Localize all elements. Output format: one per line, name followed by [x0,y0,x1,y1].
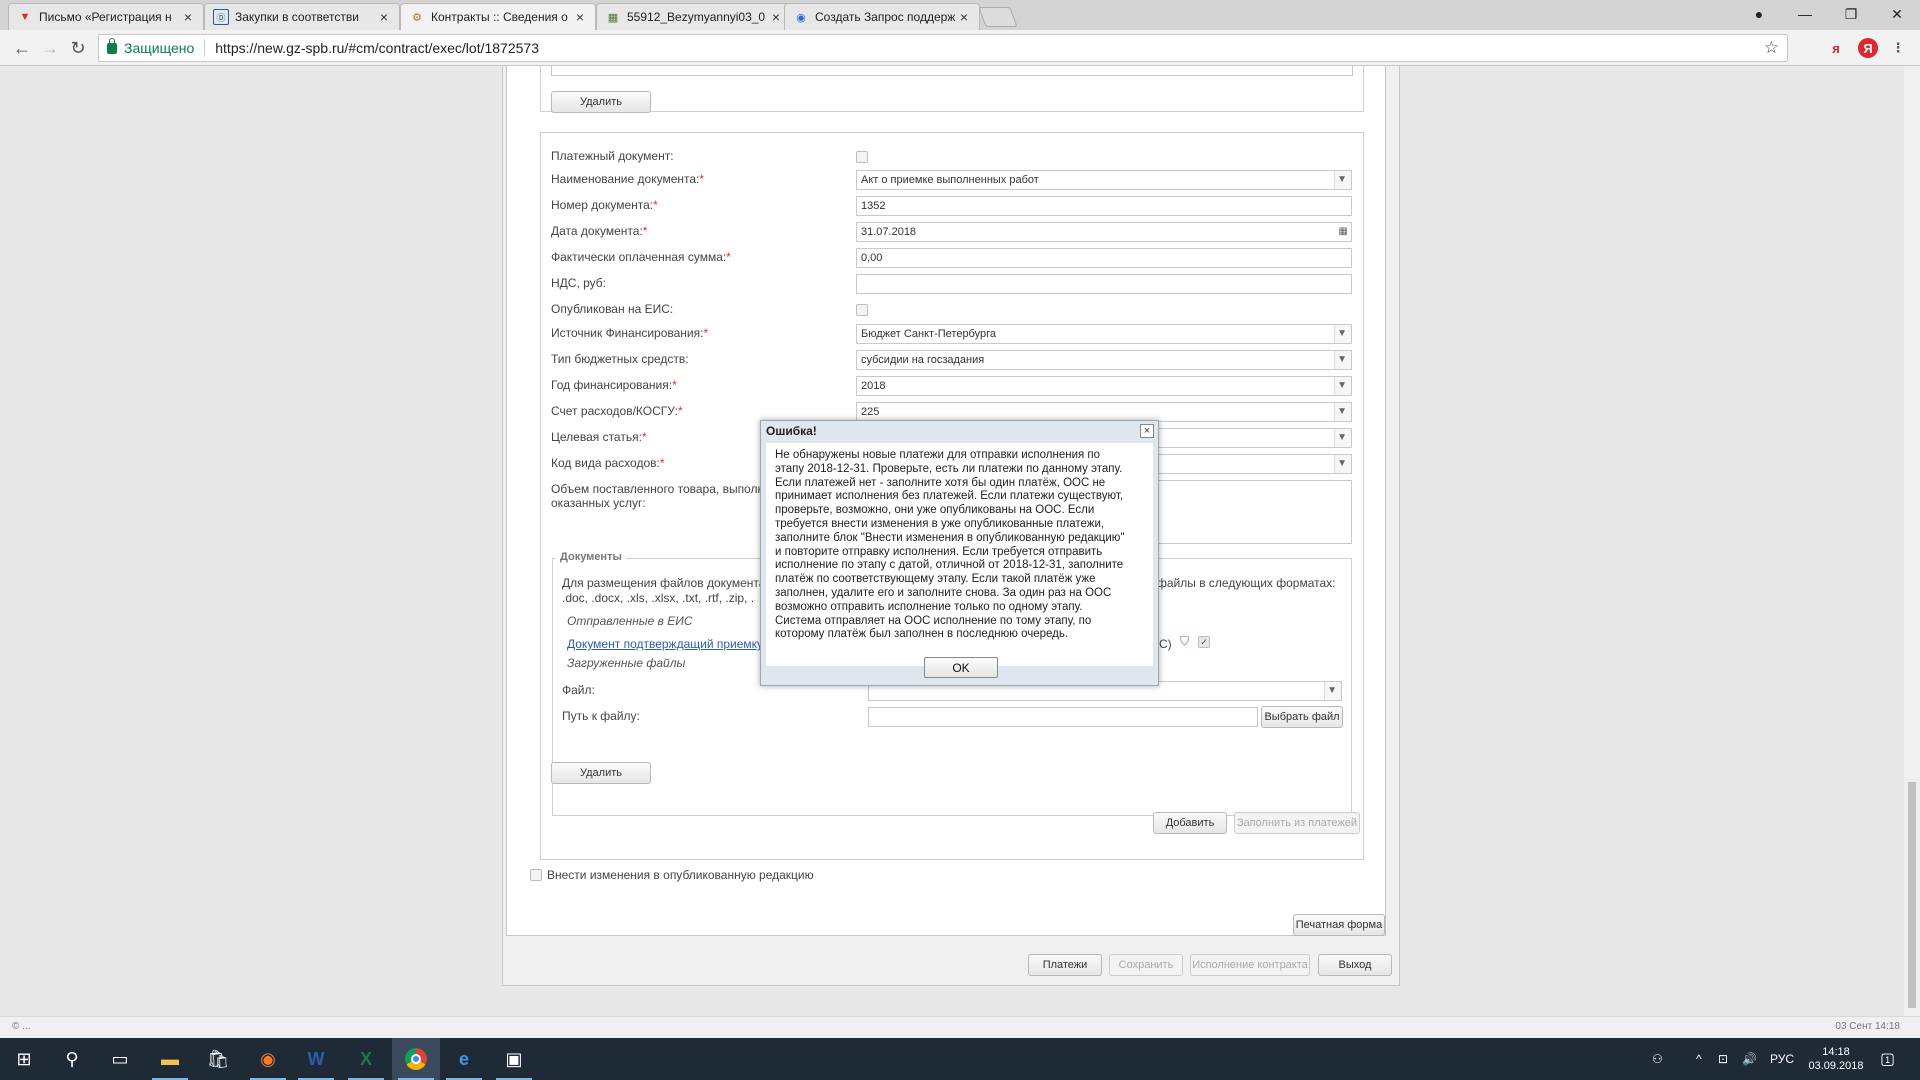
contracts-icon: ⚙ [412,11,422,24]
chevron-down-icon: ▼ [1337,328,1347,339]
image-icon: ▦ [607,11,619,24]
search-icon[interactable]: ⚲ [48,1038,96,1080]
mail-icon: ▼ [19,11,31,23]
browser-toolbar: ← → ↻ Защищено https://new.gz-spb.ru/#cm… [0,30,1920,66]
firefox-icon[interactable]: ◉ [244,1038,292,1080]
chevron-down-icon: ▼ [1337,174,1347,185]
language-indicator[interactable]: РУС [1770,1038,1794,1080]
chevron-down-icon: ▼ [1337,432,1347,443]
scrollbar-thumb[interactable] [1908,782,1916,1008]
chevron-down-icon: ▼ [1337,380,1347,391]
notifications-icon[interactable]: ▢ 1 [1880,1038,1895,1080]
secure-indicator[interactable]: Защищено [107,37,194,56]
chevron-down-icon: ▼ [1337,406,1347,417]
yandex-bar-icon[interactable]: Я [1858,38,1878,58]
maximize-button[interactable]: ❐ [1828,0,1874,28]
tab-mail[interactable]: ▼ Письмо «Регистрация н × [8,3,204,30]
support-icon: ◉ [796,11,806,24]
zakupki-icon: Ⓓ [213,9,229,25]
windows-taskbar: ⊞ ⚲ ▭ ▬ 🛍 ◉ W X e ▣ ⚇ ^ ⊡ 🔊 РУС 14:18 03… [0,1038,1920,1080]
tab-support[interactable]: ◉ Создать Запрос поддерж × [784,3,980,30]
profile-icon[interactable]: ● [1736,0,1782,28]
close-tab-icon[interactable]: × [573,9,587,25]
chevron-down-icon: ▼ [1337,354,1347,365]
windows-start-icon[interactable]: ⊞ [0,1038,48,1080]
tab-zakupki[interactable]: Ⓓ Закупки в соответстви × [204,3,400,30]
bookmark-star-icon[interactable]: ☆ [1764,38,1779,58]
page-scrollbar[interactable] [1904,66,1920,1024]
excel-icon[interactable]: X [342,1038,390,1080]
person-icon[interactable]: ⚇ [1652,1038,1663,1080]
menu-icon[interactable]: ⋮ [1888,38,1908,58]
chevron-down-icon: ▼ [1337,458,1347,469]
tab-image[interactable]: ▦ 55912_Bezymyannyi03_0 × [596,3,792,30]
close-icon[interactable]: × [1140,424,1154,438]
yandex-extension-icon[interactable]: я [1826,38,1846,58]
status-bar: © ... 03 Сент 14:18 [0,1016,1920,1038]
edge-icon[interactable]: e [440,1038,488,1080]
close-tab-icon[interactable]: × [769,9,783,25]
forward-icon[interactable]: → [38,36,62,60]
volume-icon[interactable]: 🔊 [1742,1038,1757,1080]
tray-chevron-icon[interactable]: ^ [1696,1038,1702,1080]
network-icon[interactable]: ⊡ [1718,1038,1728,1080]
close-window-button[interactable]: ✕ [1874,0,1920,28]
new-tab-button[interactable] [978,7,1018,27]
clock[interactable]: 14:18 03.09.2018 [1806,1038,1866,1080]
minimize-button[interactable]: — [1782,0,1828,28]
lock-icon [107,37,117,54]
task-view-icon[interactable]: ▭ [96,1038,144,1080]
word-icon[interactable]: W [292,1038,340,1080]
url-text: https://new.gz-spb.ru/#cm/contract/exec/… [215,40,539,56]
close-tab-icon[interactable]: × [181,9,195,25]
back-icon[interactable]: ← [10,36,34,60]
calendar-icon: ▦ [1338,226,1348,237]
error-message: Не обнаружены новые платежи для отправки… [766,443,1153,666]
store-icon[interactable]: 🛍 [194,1038,242,1080]
address-bar[interactable]: Защищено https://new.gz-spb.ru/#cm/contr… [98,34,1788,62]
ok-button[interactable]: OK [924,657,998,678]
app-icon[interactable]: ▣ [490,1038,538,1080]
file-explorer-icon[interactable]: ▬ [146,1038,194,1080]
modal-overlay: Ошибка! × Не обнаружены новые платежи дл… [0,66,1904,1024]
dialog-title: Ошибка! [766,424,817,438]
close-tab-icon[interactable]: × [377,9,391,25]
error-dialog: Ошибка! × Не обнаружены новые платежи дл… [760,420,1159,686]
browser-tab-strip: ▼ Письмо «Регистрация н × Ⓓ Закупки в со… [0,0,1920,30]
tab-contracts[interactable]: ⚙ Контракты :: Сведения о × [400,3,596,30]
chevron-down-icon: ▼ [1327,685,1337,696]
reload-icon[interactable]: ↻ [66,36,90,60]
chrome-icon[interactable] [392,1038,440,1080]
close-tab-icon[interactable]: × [957,9,971,25]
